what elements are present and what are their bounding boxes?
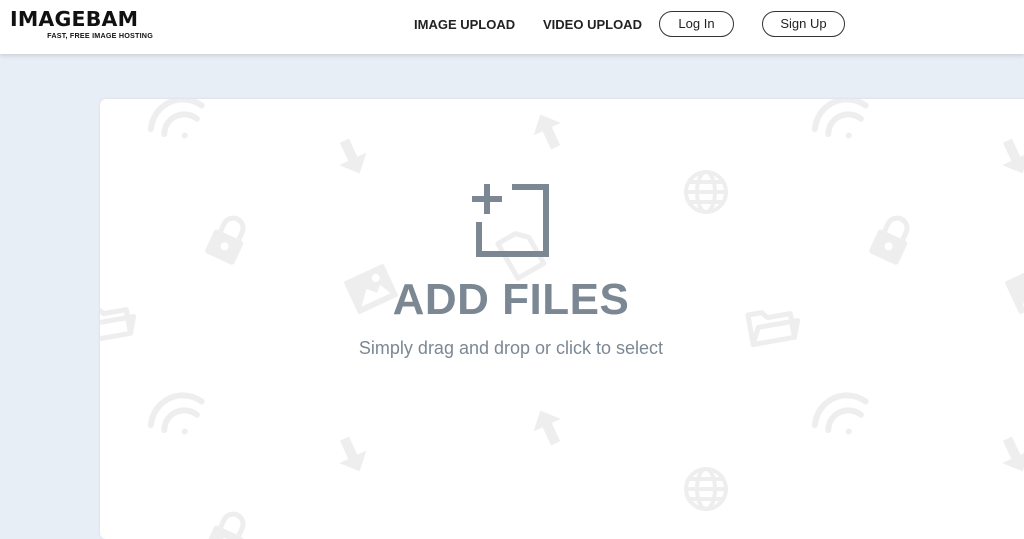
lock-icon (868, 212, 916, 265)
logo[interactable]: IMAGEBAM FAST, FREE IMAGE HOSTING (10, 8, 155, 44)
arrow-down-icon (993, 432, 1024, 478)
arrow-down-icon (993, 134, 1024, 180)
site-header: IMAGEBAM FAST, FREE IMAGE HOSTING IMAGE … (0, 0, 1024, 54)
wifi-icon (144, 99, 211, 150)
arrow-down-icon (330, 432, 374, 478)
wifi-icon (808, 387, 875, 446)
login-button[interactable]: Log In (659, 11, 734, 37)
wifi-icon (808, 99, 875, 150)
arrow-up-icon (526, 108, 570, 154)
lock-icon (204, 212, 252, 265)
wifi-icon (144, 387, 211, 446)
signup-button[interactable]: Sign Up (762, 11, 845, 37)
add-file-icon (472, 184, 549, 257)
logo-tagline: FAST, FREE IMAGE HOSTING (47, 31, 153, 40)
arrow-up-icon (526, 404, 570, 450)
dropzone-title: ADD FILES (392, 275, 630, 324)
nav-video-upload[interactable]: VIDEO UPLOAD (543, 17, 642, 32)
logo-wordmark: IMAGEBAM (10, 7, 139, 31)
nav-image-upload[interactable]: IMAGE UPLOAD (414, 17, 515, 32)
globe-icon (684, 467, 728, 511)
lock-icon (204, 508, 252, 539)
globe-icon (684, 170, 728, 214)
arrow-down-icon (330, 134, 374, 180)
dropzone-subtitle: Simply drag and drop or click to select (358, 338, 664, 358)
